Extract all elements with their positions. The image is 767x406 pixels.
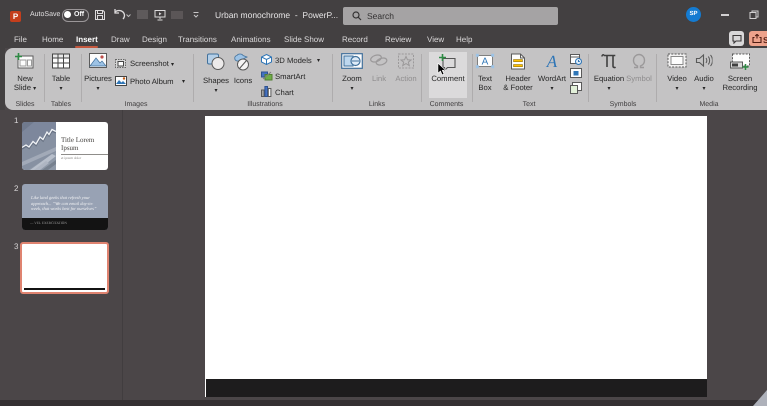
svg-text:A: A xyxy=(482,57,489,68)
svg-text:A: A xyxy=(546,53,558,70)
